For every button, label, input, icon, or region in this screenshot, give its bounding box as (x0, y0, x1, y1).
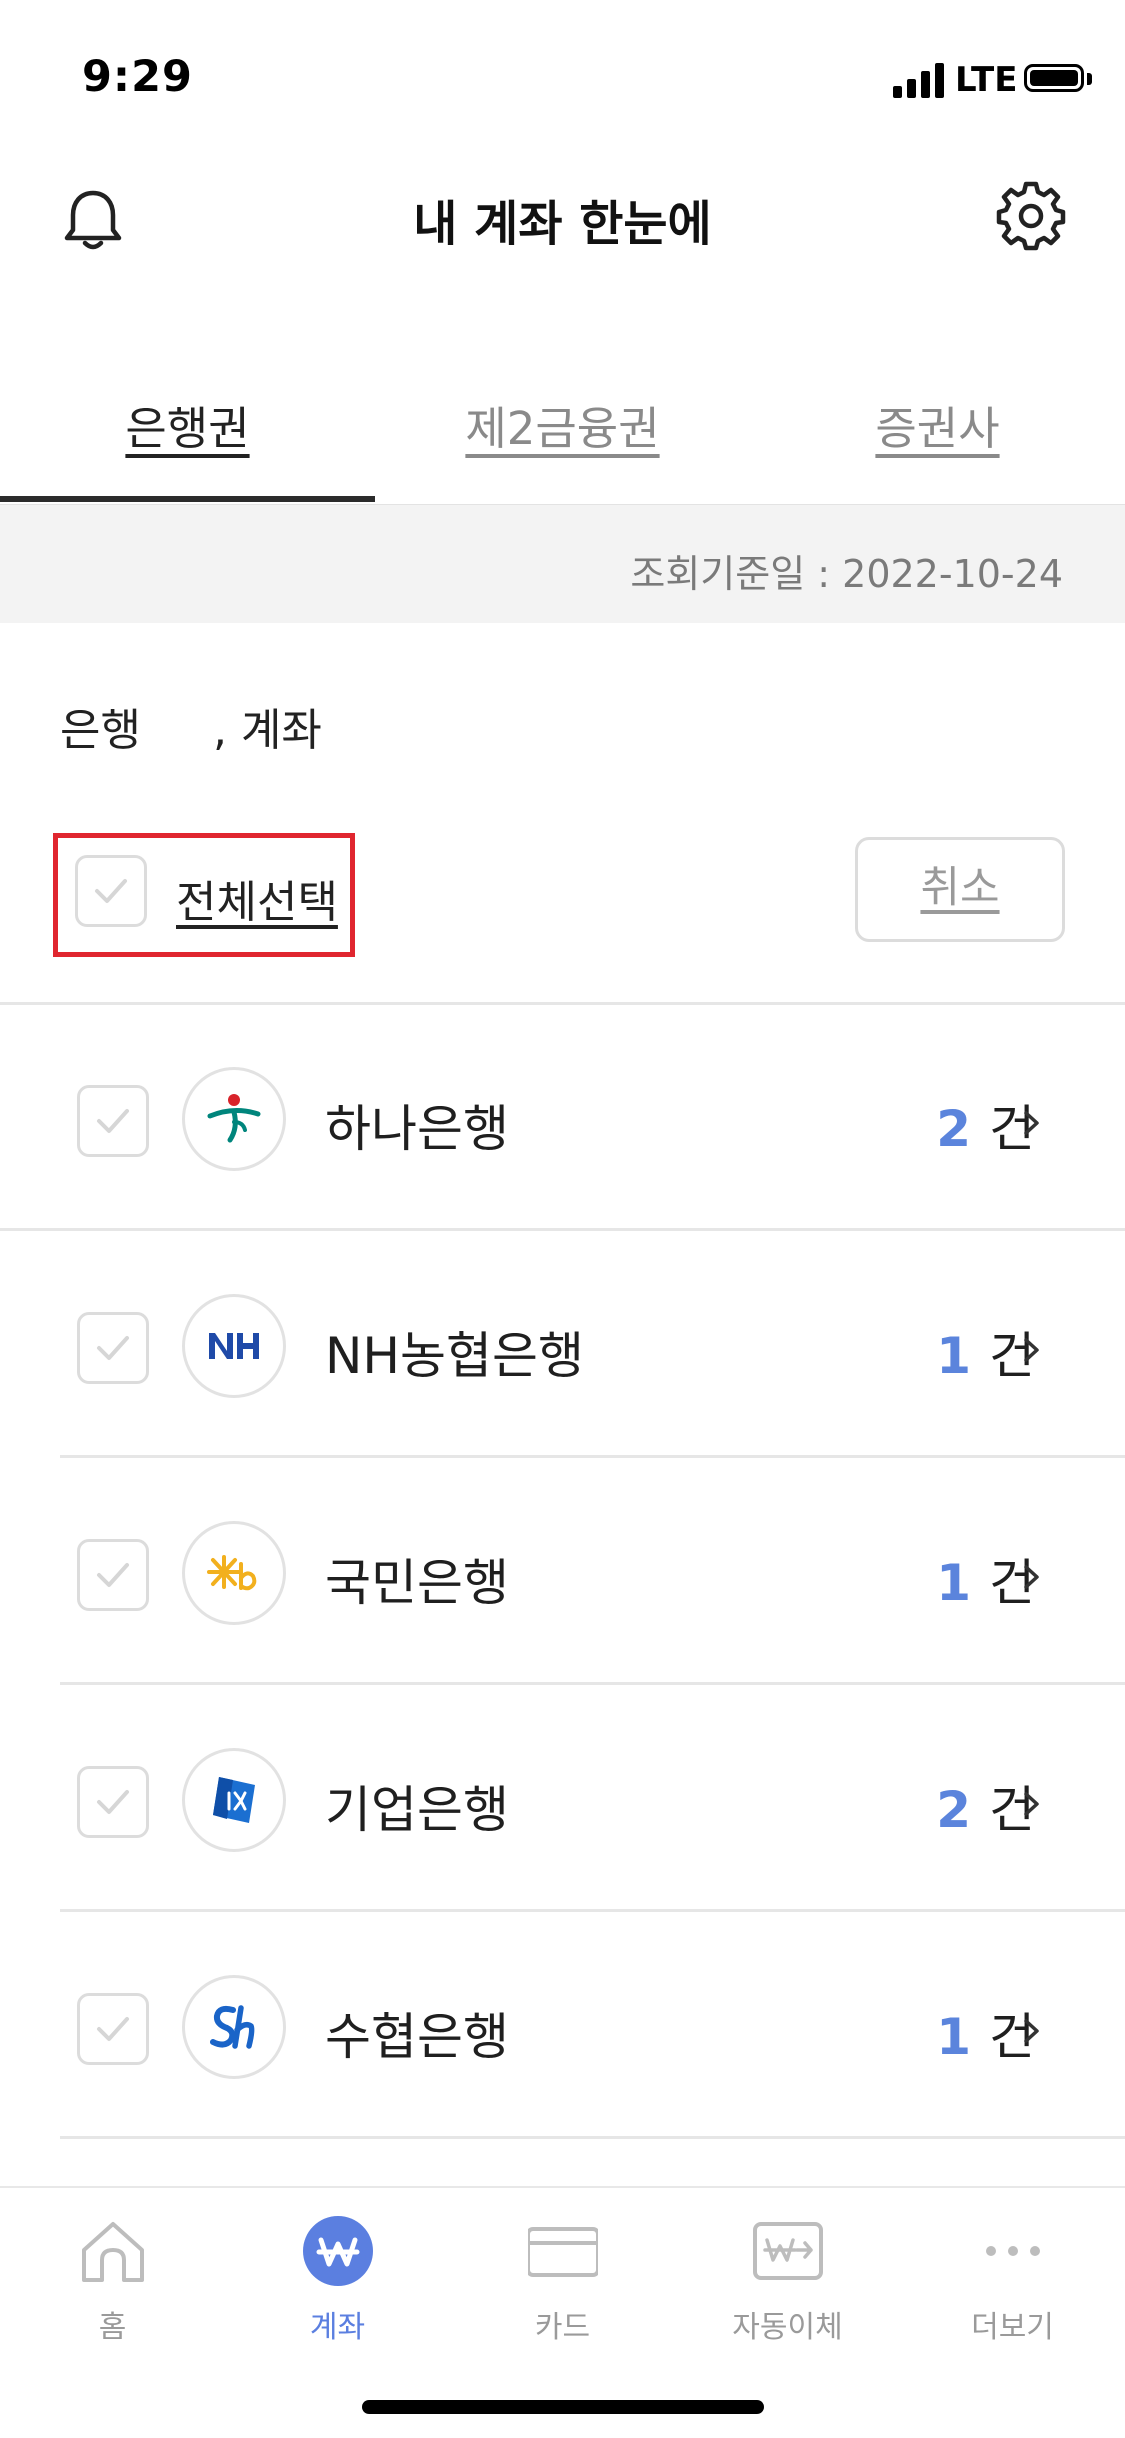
bank-name: NH농협은행 (325, 1327, 584, 1385)
status-bar: 9:29 LTE (0, 0, 1125, 160)
check-icon (97, 1563, 129, 1587)
divider (60, 2136, 1125, 2139)
check-icon (97, 2017, 129, 2041)
bank-row-hana[interactable]: 하나은행 2건 (0, 1005, 1125, 1231)
gear-icon[interactable] (995, 180, 1067, 252)
select-all-label[interactable]: 전체선택 (176, 866, 338, 930)
row-checkbox[interactable] (77, 1312, 149, 1384)
tab-banks[interactable]: 은행권 (0, 392, 375, 457)
kb-bank-logo (182, 1521, 286, 1625)
check-icon (97, 1336, 129, 1360)
nav-label: 계좌 (309, 2310, 366, 2345)
active-tab-indicator (0, 496, 375, 502)
row-checkbox[interactable] (77, 1993, 149, 2065)
chevron-right-icon (1024, 1565, 1039, 1589)
summary-banks-label: 은행 (60, 705, 141, 756)
select-all-checkbox[interactable] (75, 855, 147, 927)
battery-icon (1024, 64, 1084, 92)
divider (60, 1682, 1125, 1685)
nav-label: 홈 (98, 2310, 127, 2345)
date-bar: 조회기준일 : 2022-10-24 (0, 505, 1125, 623)
check-icon (95, 879, 127, 903)
query-date: 조회기준일 : 2022-10-24 (630, 552, 1063, 596)
bank-row-nh[interactable]: NH농협은행 1건 (0, 1232, 1125, 1458)
sh-bank-logo (182, 1975, 286, 2079)
chevron-right-icon (1024, 1338, 1039, 1362)
nav-label: 더보기 (971, 2310, 1054, 2345)
home-icon (82, 2222, 144, 2282)
chevron-right-icon (1024, 1792, 1039, 1816)
divider (60, 1909, 1125, 1912)
auto-transfer-icon (753, 2222, 823, 2280)
bank-row-suhyup[interactable]: 수협은행 1건 (0, 1913, 1125, 2139)
tab-bar: 은행권 제2금융권 증권사 (0, 380, 1125, 506)
check-icon (97, 1790, 129, 1814)
hana-bank-logo (182, 1067, 286, 1171)
divider (60, 1455, 1125, 1458)
nav-label: 자동이체 (732, 2310, 843, 2345)
bank-row-kb[interactable]: 국민은행 1건 (0, 1459, 1125, 1685)
row-checkbox[interactable] (77, 1085, 149, 1157)
bank-name: 국민은행 (325, 1554, 509, 1612)
bank-row-ibk[interactable]: 기업은행 2건 (0, 1686, 1125, 1912)
more-icon (986, 2246, 1040, 2256)
summary-text: 은행 , 계좌 (60, 694, 322, 758)
select-all-control[interactable]: 전체선택 (53, 833, 355, 957)
nav-auto-transfer[interactable]: 자동이체 (675, 2202, 900, 2352)
card-icon (528, 2227, 598, 2277)
chevron-right-icon (1024, 1111, 1039, 1135)
nav-accounts[interactable]: 계좌 (225, 2202, 450, 2352)
network-type: LTE (955, 60, 1018, 100)
battery-cap (1087, 73, 1092, 85)
cancel-button[interactable]: 취소 (855, 837, 1065, 942)
bank-name: 수협은행 (325, 2008, 509, 2066)
nav-more[interactable]: 더보기 (900, 2202, 1125, 2352)
tab-secondary-finance[interactable]: 제2금융권 (375, 392, 750, 457)
nav-card[interactable]: 카드 (450, 2202, 675, 2352)
status-time: 9:29 (82, 52, 193, 102)
ibk-bank-logo (182, 1748, 286, 1852)
won-icon (303, 2216, 373, 2286)
check-icon (97, 1109, 129, 1133)
chevron-right-icon (1024, 2019, 1039, 2043)
signal-icon (893, 62, 945, 98)
row-checkbox[interactable] (77, 1766, 149, 1838)
nh-bank-logo (182, 1294, 286, 1398)
home-indicator (362, 2400, 764, 2414)
bank-name: 하나은행 (325, 1100, 509, 1158)
tab-securities[interactable]: 증권사 (750, 392, 1125, 457)
summary-accounts-label: , 계좌 (212, 705, 322, 756)
row-checkbox[interactable] (77, 1539, 149, 1611)
divider (0, 1228, 1125, 1231)
nav-label: 카드 (534, 2310, 591, 2345)
bank-name: 기업은행 (325, 1781, 509, 1839)
page-title: 내 계좌 한눈에 (413, 196, 712, 252)
nav-home[interactable]: 홈 (0, 2202, 225, 2352)
